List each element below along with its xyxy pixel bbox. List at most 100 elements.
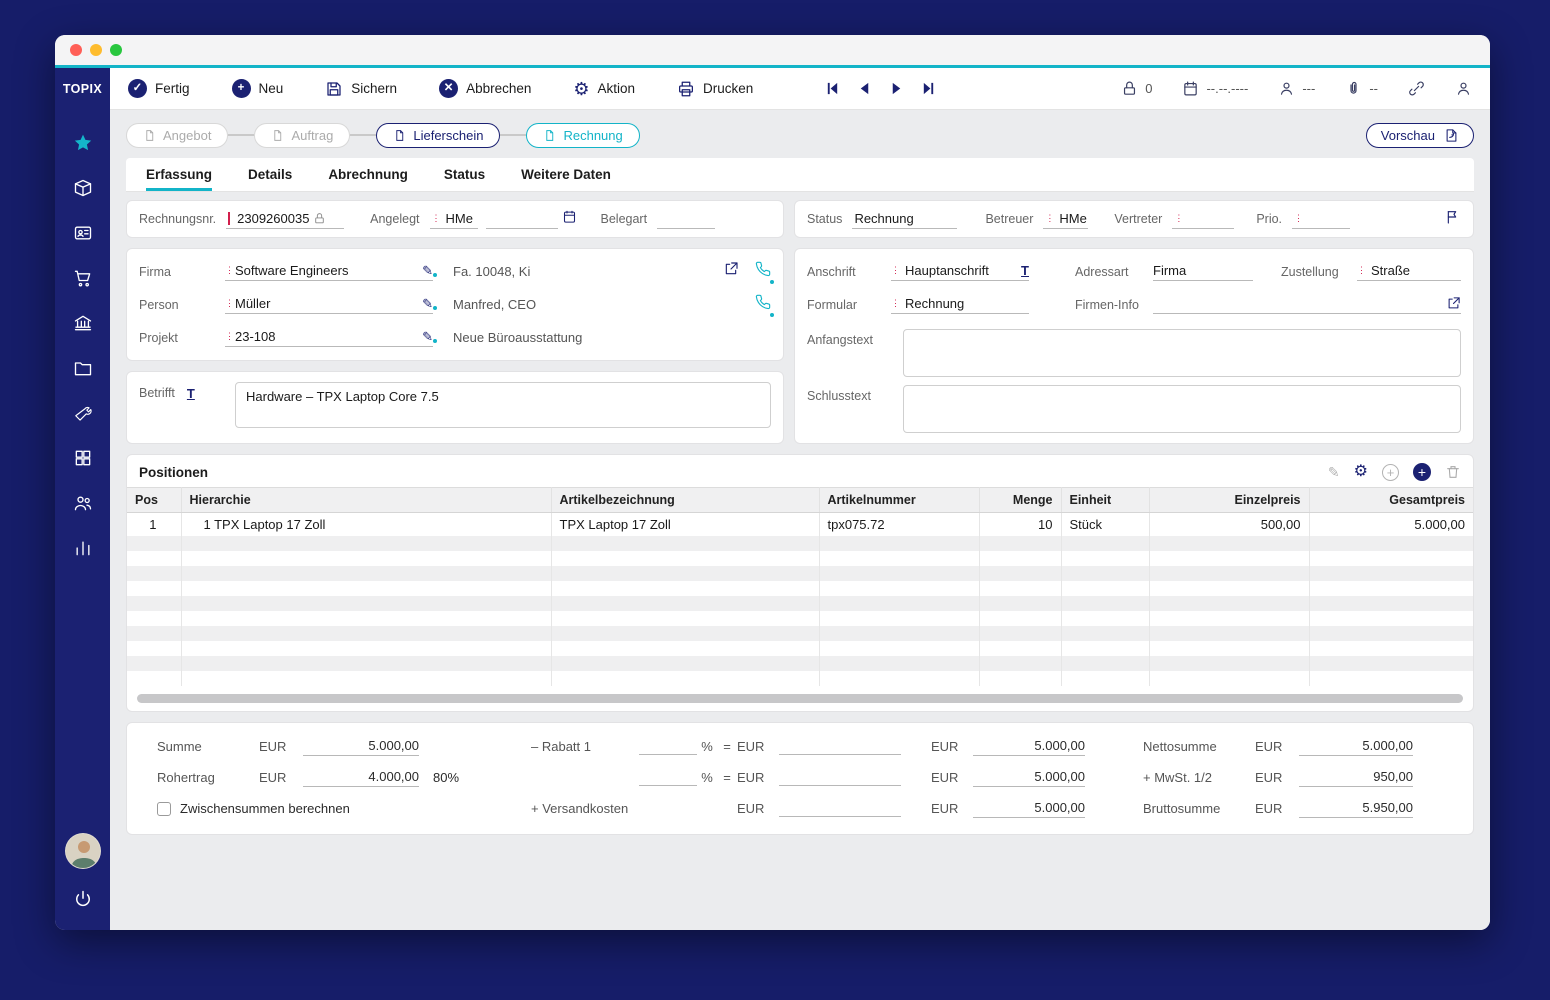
insert-position-button[interactable]: + bbox=[1382, 463, 1399, 481]
angelegt-field[interactable]: ⋮ HMe bbox=[429, 209, 478, 229]
zustellung-field[interactable]: ⋮ Straße bbox=[1357, 263, 1461, 281]
zwischensummen-checkbox[interactable] bbox=[157, 801, 171, 816]
tab-weitere-daten[interactable]: Weitere Daten bbox=[521, 158, 611, 191]
status-field[interactable]: Rechnung bbox=[852, 209, 958, 229]
abbrechen-button[interactable]: ✕ Abbrechen bbox=[439, 79, 531, 98]
sidebar-item-documents[interactable] bbox=[72, 357, 94, 379]
projekt-field[interactable]: ⋮ 23-108 ✎ bbox=[225, 329, 437, 347]
col-pos[interactable]: Pos bbox=[127, 487, 182, 513]
table-row-empty[interactable] bbox=[127, 566, 1473, 581]
col-artikelbezeichnung[interactable]: Artikelbezeichnung bbox=[551, 487, 820, 513]
close-window-button[interactable] bbox=[70, 44, 82, 56]
col-menge[interactable]: Menge bbox=[979, 487, 1062, 513]
previous-record-button[interactable] bbox=[857, 81, 872, 96]
workflow-step-lieferschein[interactable]: Lieferschein bbox=[376, 122, 501, 148]
sidebar-item-products[interactable] bbox=[72, 177, 94, 199]
first-record-button[interactable] bbox=[825, 81, 840, 96]
table-row-empty[interactable] bbox=[127, 581, 1473, 596]
horizontal-scrollbar[interactable] bbox=[137, 694, 1463, 703]
tab-status[interactable]: Status bbox=[444, 158, 485, 191]
tab-erfassung[interactable]: Erfassung bbox=[146, 158, 213, 191]
table-row-empty[interactable] bbox=[127, 551, 1473, 566]
table-row-empty[interactable] bbox=[127, 671, 1473, 686]
drucken-button[interactable]: Drucken bbox=[677, 80, 753, 98]
prio-field[interactable]: ⋮ bbox=[1292, 209, 1351, 229]
edit-pencil-icon[interactable]: ✎ bbox=[422, 264, 437, 277]
table-row-empty[interactable] bbox=[127, 656, 1473, 671]
date-picker-button[interactable] bbox=[562, 209, 577, 229]
belegart-field[interactable] bbox=[657, 209, 716, 229]
sidebar-item-staff[interactable] bbox=[72, 492, 94, 514]
contact-link-indicator[interactable] bbox=[1455, 80, 1472, 97]
table-row-empty[interactable] bbox=[127, 596, 1473, 611]
add-position-button[interactable]: + bbox=[1413, 463, 1431, 481]
person-field[interactable]: ⋮ Müller ✎ bbox=[225, 296, 437, 314]
rabatt2-prozent-input[interactable] bbox=[639, 769, 697, 786]
table-row-empty[interactable] bbox=[127, 641, 1473, 656]
text-format-icon[interactable]: T bbox=[187, 387, 195, 400]
angelegt-date-field[interactable] bbox=[485, 209, 558, 229]
sidebar-item-sales[interactable] bbox=[72, 267, 94, 289]
col-einheit[interactable]: Einheit bbox=[1061, 487, 1150, 513]
open-record-button[interactable] bbox=[1446, 296, 1461, 311]
text-format-icon[interactable]: T bbox=[1021, 264, 1029, 277]
prio-flag-button[interactable] bbox=[1445, 209, 1461, 230]
date-indicator[interactable]: --.--.---- bbox=[1182, 80, 1248, 97]
col-artikelnummer[interactable]: Artikelnummer bbox=[819, 487, 980, 513]
vertreter-field[interactable]: ⋮ bbox=[1172, 209, 1235, 229]
phone-button[interactable] bbox=[755, 294, 774, 317]
rabatt2-betrag-input[interactable] bbox=[779, 769, 901, 786]
col-einzelpreis[interactable]: Einzelpreis bbox=[1149, 487, 1310, 513]
vorschau-button[interactable]: Vorschau bbox=[1365, 122, 1474, 148]
tab-abrechnung[interactable]: Abrechnung bbox=[328, 158, 408, 191]
col-hierarchie[interactable]: Hierarchie bbox=[181, 487, 552, 513]
sidebar-item-tools[interactable] bbox=[72, 402, 94, 424]
locks-indicator[interactable]: 0 bbox=[1121, 80, 1152, 97]
logout-button[interactable] bbox=[73, 889, 93, 914]
sidebar-item-apps[interactable] bbox=[72, 447, 94, 469]
edit-position-button[interactable]: ✎ bbox=[1328, 465, 1340, 479]
firma-field[interactable]: ⋮ Software Engineers ✎ bbox=[225, 263, 437, 281]
last-record-button[interactable] bbox=[921, 81, 936, 96]
fertig-button[interactable]: ✓ Fertig bbox=[128, 79, 190, 98]
rechnungsnr-field[interactable]: 2309260035 bbox=[226, 209, 345, 229]
rabatt-prozent-input[interactable] bbox=[639, 738, 697, 755]
sichern-button[interactable]: Sichern bbox=[325, 80, 397, 98]
aktion-button[interactable]: ⚙ Aktion bbox=[573, 80, 635, 98]
workflow-step-auftrag[interactable]: Auftrag bbox=[254, 122, 351, 148]
workflow-step-angebot[interactable]: Angebot bbox=[126, 122, 229, 148]
user-avatar[interactable] bbox=[64, 833, 101, 869]
delete-position-button[interactable] bbox=[1445, 464, 1461, 480]
anschrift-field[interactable]: ⋮ Hauptanschrift T bbox=[891, 263, 1029, 281]
next-record-button[interactable] bbox=[889, 81, 904, 96]
formular-field[interactable]: ⋮ Rechnung bbox=[891, 296, 1029, 314]
col-gesamtpreis[interactable]: Gesamtpreis bbox=[1309, 487, 1473, 513]
sidebar-item-contacts[interactable] bbox=[72, 222, 94, 244]
sidebar-item-reports[interactable] bbox=[72, 537, 94, 559]
firmeninfo-field[interactable] bbox=[1153, 296, 1461, 314]
attachments-indicator[interactable]: -- bbox=[1345, 80, 1378, 97]
versandkosten-input[interactable] bbox=[779, 800, 901, 817]
edit-pencil-icon[interactable]: ✎ bbox=[422, 330, 437, 343]
open-record-button[interactable] bbox=[723, 261, 739, 282]
schlusstext-textarea[interactable] bbox=[903, 385, 1461, 433]
workflow-step-rechnung[interactable]: Rechnung bbox=[526, 122, 640, 148]
table-row[interactable]: 1 1 TPX Laptop 17 Zoll TPX Laptop 17 Zol… bbox=[127, 512, 1473, 536]
anfangstext-textarea[interactable] bbox=[903, 329, 1461, 377]
table-row-empty[interactable] bbox=[127, 536, 1473, 551]
betreuer-field[interactable]: ⋮ HMe bbox=[1043, 209, 1089, 229]
tab-details[interactable]: Details bbox=[248, 158, 292, 191]
table-row-empty[interactable] bbox=[127, 611, 1473, 626]
positions-settings-button[interactable]: ⚙ bbox=[1354, 464, 1368, 480]
zoom-window-button[interactable] bbox=[110, 44, 122, 56]
rabatt-betrag-input[interactable] bbox=[779, 738, 901, 755]
sidebar-item-finance[interactable] bbox=[72, 312, 94, 334]
links-indicator[interactable] bbox=[1408, 80, 1425, 97]
adressart-field[interactable]: Firma bbox=[1153, 263, 1253, 281]
neu-button[interactable]: + Neu bbox=[231, 79, 283, 98]
minimize-window-button[interactable] bbox=[90, 44, 102, 56]
sidebar-item-favorites[interactable] bbox=[72, 132, 94, 154]
table-row-empty[interactable] bbox=[127, 626, 1473, 641]
phone-button[interactable] bbox=[755, 261, 774, 284]
betrifft-textarea[interactable]: Hardware – TPX Laptop Core 7.5 bbox=[235, 382, 771, 428]
